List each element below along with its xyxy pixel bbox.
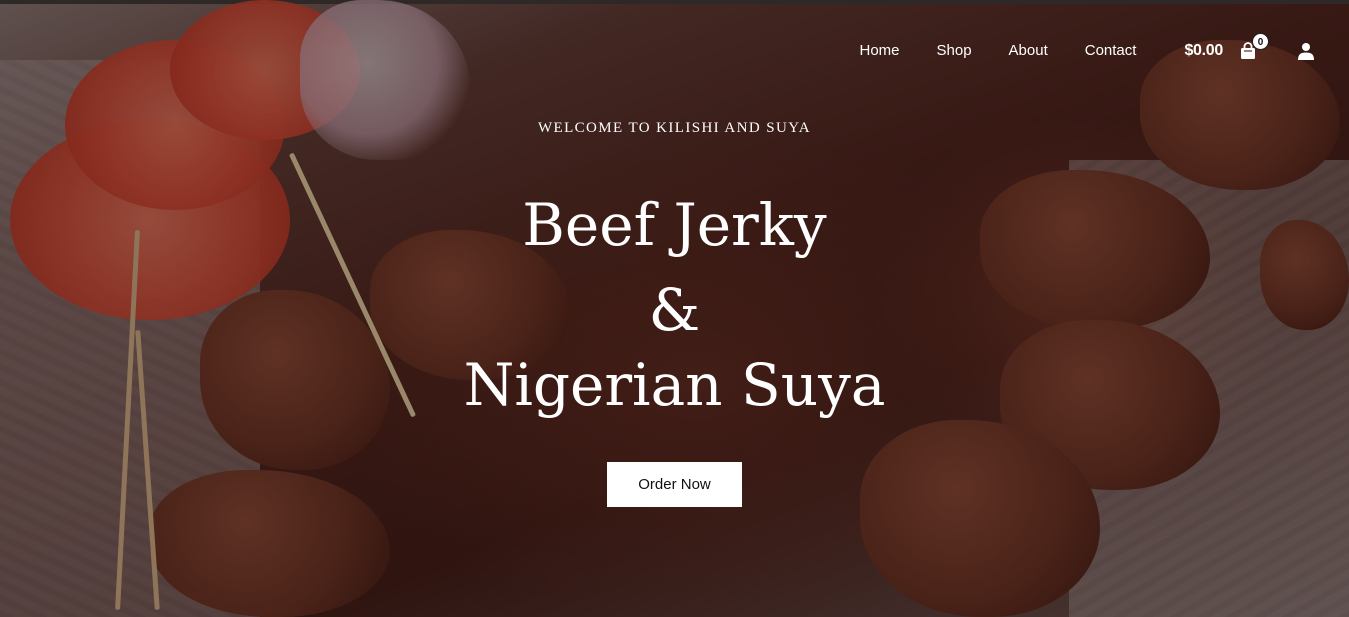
nav-link-contact[interactable]: Contact — [1085, 40, 1137, 62]
user-icon[interactable] — [1297, 42, 1315, 60]
hero-title-line-2: & — [648, 276, 701, 344]
nav-link-shop[interactable]: Shop — [937, 40, 972, 62]
shopping-bag-icon[interactable]: 0 — [1239, 33, 1269, 60]
main-navigation: Home Shop About Contact $0.00 0 — [859, 33, 1315, 62]
cart-count-badge: 0 — [1252, 33, 1269, 50]
hero-title-line-1: Beef Jerky — [522, 191, 827, 259]
nav-link-home[interactable]: Home — [859, 40, 899, 62]
nav-link-about[interactable]: About — [1009, 40, 1048, 62]
order-now-button[interactable]: Order Now — [607, 462, 742, 507]
welcome-subtitle: WELCOME TO KILISHI AND SUYA — [537, 120, 812, 136]
cart-total[interactable]: $0.00 — [1184, 42, 1223, 60]
hero-section: Home Shop About Contact $0.00 0 WELCOME … — [0, 0, 1349, 617]
hero-title-line-3: Nigerian Suya — [463, 351, 886, 419]
